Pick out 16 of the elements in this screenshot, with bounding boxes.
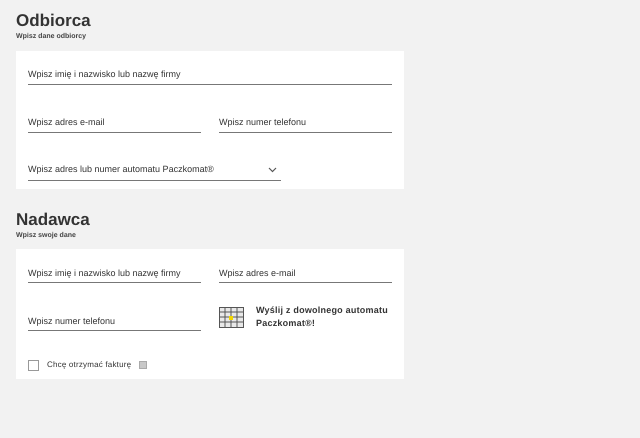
text-field[interactable]: Wpisz numer telefonu <box>28 311 201 331</box>
text-field[interactable]: Wpisz adres e-mail <box>28 112 201 132</box>
chevron-down-icon <box>268 167 277 173</box>
checkbox-label: Chcę otrzymać fakturę <box>47 359 132 371</box>
text-field[interactable]: Wpisz adres e-mail <box>219 263 392 283</box>
section-title: Nadawca <box>16 208 91 230</box>
parcel-locker-icon <box>219 306 244 328</box>
promo-text: Wyślij z dowolnego automatu Paczkomat®! <box>256 304 389 330</box>
text-field[interactable]: Wpisz imię i nazwisko lub nazwę firmy <box>28 64 392 84</box>
select-input[interactable]: Wpisz adres lub numer automatu Paczkomat® <box>28 163 268 177</box>
select-field[interactable]: Wpisz adres lub numer automatu Paczkomat® <box>28 160 281 180</box>
info-icon[interactable] <box>139 361 148 369</box>
section-title: Odbiorca <box>16 10 92 32</box>
text-field[interactable]: Wpisz imię i nazwisko lub nazwę firmy <box>28 263 201 283</box>
text-field[interactable]: Wpisz numer telefonu <box>219 112 392 132</box>
checkbox[interactable] <box>28 360 39 370</box>
